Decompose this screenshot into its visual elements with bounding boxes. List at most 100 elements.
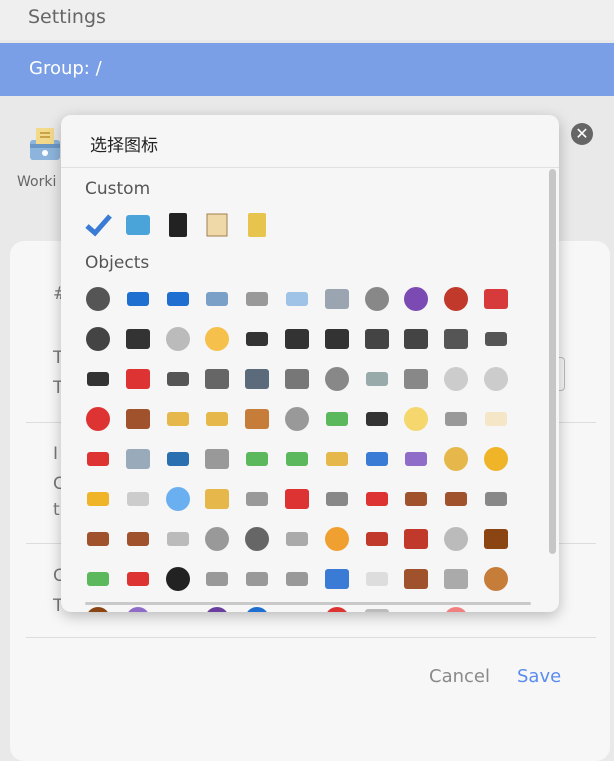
save-button[interactable]: Save (517, 666, 561, 687)
wastebasket-icon[interactable] (123, 444, 153, 474)
notebook-pen-icon[interactable] (163, 210, 193, 240)
urn-icon[interactable] (481, 564, 511, 594)
probe-icon[interactable] (242, 484, 272, 514)
trackball-icon[interactable] (401, 284, 431, 314)
nut-bolt-icon[interactable] (202, 524, 232, 554)
group-bar[interactable]: Group: / (0, 43, 614, 96)
timer-clock-icon[interactable] (481, 364, 511, 394)
wood-icon[interactable] (481, 524, 511, 554)
cancel-button[interactable]: Cancel (429, 666, 490, 687)
headstone-icon[interactable] (441, 564, 471, 594)
desktop-icon[interactable] (282, 284, 312, 314)
battery-icon[interactable] (322, 404, 352, 434)
yen-icon[interactable] (322, 444, 352, 474)
dollar-icon[interactable] (282, 444, 312, 474)
bomb-icon[interactable] (163, 564, 193, 594)
alembic-icon[interactable] (362, 604, 392, 612)
vhs-icon[interactable] (242, 324, 272, 354)
gem-icon[interactable] (163, 484, 193, 514)
scroll-icon[interactable] (202, 210, 232, 240)
dvd-icon[interactable] (202, 324, 232, 354)
mantel-clock-icon[interactable] (123, 404, 153, 434)
wrench-icon[interactable] (322, 484, 352, 514)
prayer-beads-icon[interactable] (202, 604, 232, 612)
candle-icon[interactable] (481, 404, 511, 434)
close-icon[interactable]: ✕ (571, 123, 593, 145)
floppy-icon[interactable] (123, 324, 153, 354)
hook-icon[interactable] (322, 524, 352, 554)
bulb-icon[interactable] (401, 404, 431, 434)
screwdriver-icon[interactable] (362, 484, 392, 514)
nazar-icon[interactable] (242, 604, 272, 612)
level-slider-icon[interactable] (362, 364, 392, 394)
scales-icon[interactable] (202, 484, 232, 514)
projector-icon[interactable] (441, 324, 471, 354)
phone-icon[interactable] (123, 284, 153, 314)
shield-icon[interactable] (322, 564, 352, 594)
telephone-receiver-icon[interactable] (83, 364, 113, 394)
camera-icon[interactable] (282, 324, 312, 354)
money-wings-icon[interactable] (242, 444, 272, 474)
hammer-pick-icon[interactable] (441, 484, 471, 514)
crystal-ball-icon[interactable] (123, 604, 153, 612)
watch-icon[interactable] (83, 284, 113, 314)
cabinet-icon[interactable] (123, 210, 153, 240)
coffin-icon[interactable] (401, 564, 431, 594)
rock-icon[interactable] (441, 524, 471, 554)
abacus-icon[interactable] (242, 404, 272, 434)
printer-icon[interactable] (322, 284, 352, 314)
cigarette-icon[interactable] (362, 564, 392, 594)
gear-icon[interactable] (242, 524, 272, 554)
tv-icon[interactable] (242, 364, 272, 394)
petri-dish-icon[interactable] (441, 604, 471, 612)
open-book-icon[interactable] (242, 210, 272, 240)
saw-icon[interactable] (163, 524, 193, 554)
stopwatch-icon[interactable] (441, 364, 471, 394)
knife-icon[interactable] (202, 564, 232, 594)
firecracker-icon[interactable] (123, 564, 153, 594)
clamp-icon[interactable] (481, 284, 511, 314)
minidisc-icon[interactable] (83, 324, 113, 354)
hammer-wrench-icon[interactable] (481, 484, 511, 514)
swords-icon[interactable] (282, 564, 312, 594)
working-icon[interactable] (28, 126, 64, 162)
water-pistol-icon[interactable] (83, 564, 113, 594)
dna-icon[interactable] (481, 604, 511, 612)
cd-icon[interactable] (163, 324, 193, 354)
radio-icon[interactable] (282, 364, 312, 394)
mouse-icon[interactable] (362, 284, 392, 314)
pick-icon[interactable] (83, 524, 113, 554)
magic-wand-icon[interactable] (163, 604, 193, 612)
alarm-clock-icon[interactable] (83, 404, 113, 434)
dagger-icon[interactable] (242, 564, 272, 594)
hammer-icon[interactable] (401, 484, 431, 514)
toolbox-icon[interactable] (282, 484, 312, 514)
phone-arrow-icon[interactable] (163, 284, 193, 314)
cart-icon[interactable] (202, 444, 232, 474)
hourglass-icon[interactable] (163, 404, 193, 434)
horizontal-scrollbar[interactable] (85, 602, 531, 605)
barber-pole-icon[interactable] (282, 604, 312, 612)
movie-camera-icon[interactable] (401, 324, 431, 354)
pager-icon[interactable] (163, 364, 193, 394)
laptop-icon[interactable] (202, 284, 232, 314)
satellite-dish-icon[interactable] (282, 404, 312, 434)
keyboard-icon[interactable] (242, 284, 272, 314)
hourglass-flowing-icon[interactable] (202, 404, 232, 434)
credit-card-icon[interactable] (83, 484, 113, 514)
magnet-icon[interactable] (322, 604, 352, 612)
film-icon[interactable] (481, 324, 511, 354)
joystick-icon[interactable] (441, 284, 471, 314)
camera-flash-icon[interactable] (322, 324, 352, 354)
extinguisher-icon[interactable] (83, 444, 113, 474)
id-card-icon[interactable] (123, 484, 153, 514)
chains-icon[interactable] (282, 524, 312, 554)
video-camera-icon[interactable] (362, 324, 392, 354)
checkmark-icon[interactable] (83, 210, 113, 240)
euro-icon[interactable] (362, 444, 392, 474)
axe-icon[interactable] (123, 524, 153, 554)
microphone-icon[interactable] (322, 364, 352, 394)
plug-icon[interactable] (362, 404, 392, 434)
coin-icon[interactable] (481, 444, 511, 474)
bricks-icon[interactable] (401, 524, 431, 554)
